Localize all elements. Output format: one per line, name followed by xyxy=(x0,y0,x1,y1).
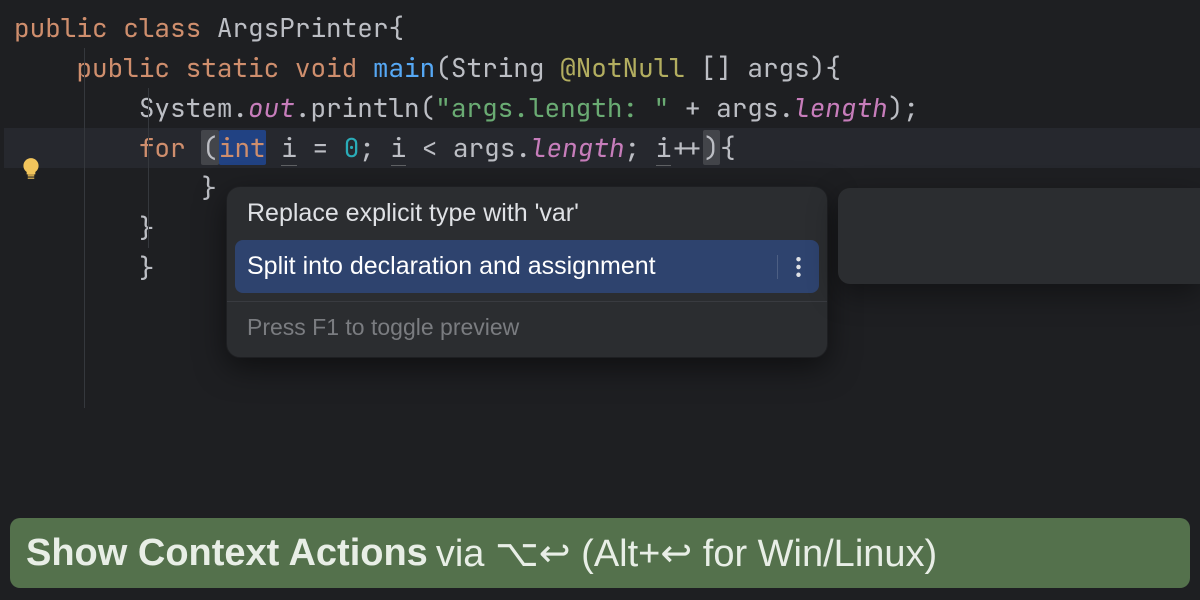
keyword-public: public xyxy=(76,50,170,85)
annotation: @NotNull xyxy=(560,50,685,85)
line-number: 8 xyxy=(850,278,878,284)
brace: } xyxy=(139,250,155,285)
intention-preview-panel: 8int i; 9for (i = 0; i < args xyxy=(838,188,1200,284)
keyword-void: void xyxy=(295,50,357,85)
intention-split-declaration[interactable]: Split into declaration and assignment xyxy=(235,240,819,293)
context-actions-popup: Replace explicit type with 'var' Split i… xyxy=(226,186,828,358)
hint-text: Press F1 to toggle preview xyxy=(247,314,519,340)
field-length: length xyxy=(531,130,625,165)
var-i: i xyxy=(281,130,297,166)
code-line-highlighted: for (int i = 0; i < args.length; i++){ xyxy=(4,128,1200,168)
keyword-public: public xyxy=(14,10,108,45)
string-literal: "args.length: " xyxy=(435,90,669,125)
field-out: out xyxy=(248,90,295,125)
var-i: i xyxy=(391,130,407,166)
code-line-empty xyxy=(4,368,1200,408)
var-i: i xyxy=(656,130,672,166)
keyword-int: int xyxy=(219,130,266,165)
paren-open: ( xyxy=(201,130,219,165)
code-line: System.out.println("args.length: " + arg… xyxy=(4,88,1200,128)
keyword-for: for xyxy=(139,130,186,165)
banner-action-name: Show Context Actions xyxy=(26,532,428,575)
field-length: length xyxy=(794,90,888,125)
more-options-icon[interactable] xyxy=(777,255,807,279)
banner-text: via ⌥↩ (Alt+↩ for Win/Linux) xyxy=(436,531,937,576)
shortcut-win: Alt+↩ xyxy=(594,533,692,575)
intention-label: Split into declaration and assignment xyxy=(247,252,656,281)
brace: } xyxy=(201,170,217,205)
keyword-static: static xyxy=(186,50,280,85)
println: println xyxy=(310,90,419,125)
popup-hint: Press F1 to toggle preview xyxy=(227,301,827,357)
code-line: public static void main(String @NotNull … xyxy=(4,48,1200,88)
intention-label: Replace explicit type with 'var' xyxy=(247,199,579,228)
keyword-class: class xyxy=(123,10,201,45)
system: System xyxy=(139,90,233,125)
class-name: ArgsPrinter xyxy=(217,10,389,45)
paren-close: ) xyxy=(703,130,721,165)
shortcut-mac: ⌥↩ xyxy=(495,533,571,575)
intention-replace-with-var[interactable]: Replace explicit type with 'var' xyxy=(227,187,827,240)
brace: { xyxy=(388,10,404,45)
method-name: main xyxy=(373,50,435,85)
preview-line: 8int i; xyxy=(850,276,1200,284)
number: 0 xyxy=(344,130,360,165)
code-line: public class ArgsPrinter{ xyxy=(4,8,1200,48)
intention-bulb-icon[interactable] xyxy=(18,156,44,182)
brace: } xyxy=(139,210,155,245)
type: String xyxy=(451,50,545,85)
param: args xyxy=(747,50,809,85)
tip-banner: Show Context Actions via ⌥↩ (Alt+↩ for W… xyxy=(10,518,1190,588)
